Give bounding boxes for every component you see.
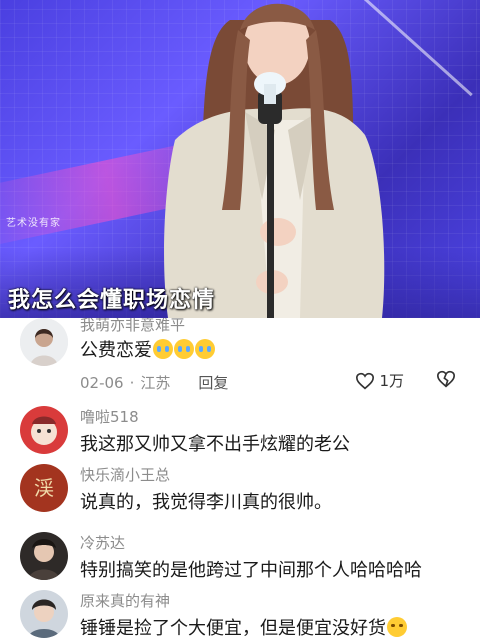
- comment-list: 我萌亦非意难平 公费恋爱 02-06 · 江苏 回复 1万 噜啦518 我这那又帅又拿…: [0, 318, 480, 640]
- comment-username[interactable]: 冷苏达: [80, 532, 125, 553]
- comment-username[interactable]: 快乐滴小王总: [80, 464, 170, 485]
- comment-item[interactable]: 渓 快乐滴小王总 说真的，我觉得李川真的很帅。: [0, 464, 480, 524]
- avatar[interactable]: [20, 406, 68, 454]
- reply-button[interactable]: 回复: [198, 374, 228, 392]
- like-count: 1万: [379, 372, 404, 390]
- avatar[interactable]: [20, 318, 68, 366]
- comment-text: 特别搞笑的是他跨过了中间那个人哈哈哈哈: [80, 560, 422, 581]
- meta-separator: ·: [129, 374, 135, 392]
- crying-laughing-emoji-icon: [174, 339, 194, 359]
- comment-text: 说真的，我觉得李川真的很帅。: [80, 492, 332, 513]
- comment-location: 江苏: [140, 374, 171, 392]
- comment-username[interactable]: 噜啦518: [80, 406, 139, 427]
- avatar[interactable]: 渓: [20, 464, 68, 512]
- video-player[interactable]: 艺术没有家 我怎么会懂职场恋情: [0, 0, 480, 318]
- crying-laughing-emoji-icon: [153, 339, 173, 359]
- broken-heart-icon: [436, 370, 456, 388]
- svg-text:渓: 渓: [34, 476, 54, 500]
- crying-laughing-emoji-icon: [195, 339, 215, 359]
- comment-username[interactable]: 我萌亦非意难平: [80, 318, 185, 335]
- comment-text: 公费恋爱: [80, 336, 215, 362]
- comment-meta: 02-06 · 江苏 回复: [80, 372, 234, 393]
- like-button[interactable]: 1万: [355, 370, 404, 391]
- comment-text: 我这那又帅又拿不出手炫耀的老公: [80, 434, 350, 455]
- video-subtitle: 我怎么会懂职场恋情: [8, 288, 216, 313]
- comment-text: 锤锤是捡了个大便宜，但是便宜没好货: [80, 614, 407, 640]
- performer-illustration: [164, 3, 385, 318]
- dislike-button[interactable]: [436, 370, 456, 392]
- avatar[interactable]: [20, 590, 68, 638]
- laughing-emoji-icon: [387, 617, 407, 637]
- comment-text-content: 锤锤是捡了个大便宜，但是便宜没好货: [80, 618, 386, 639]
- comment-item[interactable]: 我萌亦非意难平 公费恋爱 02-06 · 江苏 回复 1万: [0, 318, 480, 400]
- comment-date: 02-06: [80, 374, 124, 392]
- channel-watermark: 艺术没有家: [6, 218, 61, 229]
- comment-item[interactable]: 原来真的有神 锤锤是捡了个大便宜，但是便宜没好货: [0, 590, 480, 640]
- comment-username[interactable]: 原来真的有神: [80, 590, 170, 611]
- heart-icon: [356, 372, 375, 389]
- comment-item[interactable]: 噜啦518 我这那又帅又拿不出手炫耀的老公: [0, 406, 480, 466]
- comment-text-content: 公费恋爱: [80, 340, 152, 361]
- comment-item[interactable]: 冷苏达 特别搞笑的是他跨过了中间那个人哈哈哈哈: [0, 532, 480, 592]
- avatar[interactable]: [20, 532, 68, 580]
